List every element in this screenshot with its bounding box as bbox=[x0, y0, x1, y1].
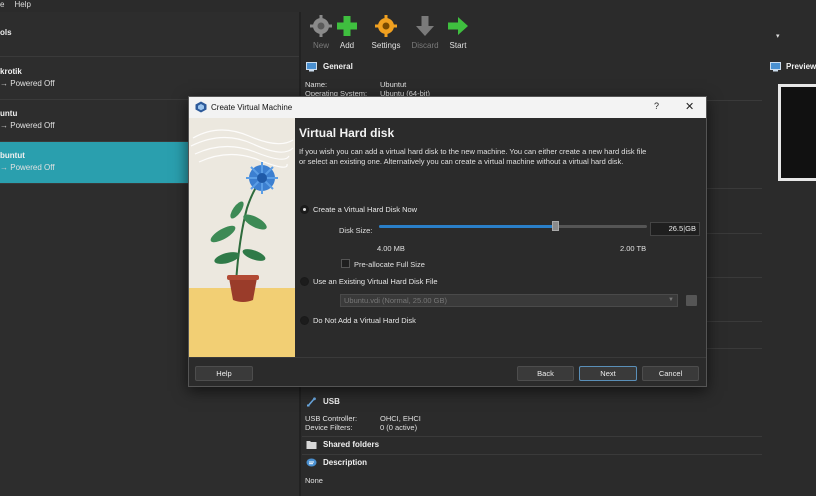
preview-title: Preview bbox=[786, 62, 816, 71]
general-section-header[interactable]: General bbox=[302, 59, 762, 75]
vm-name: untu bbox=[0, 109, 18, 118]
back-button[interactable]: Back bbox=[517, 366, 574, 381]
usb-controller-value: OHCI, EHCI bbox=[380, 414, 421, 423]
create-disk-label[interactable]: Create a Virtual Hard Disk Now bbox=[313, 205, 417, 214]
existing-disk-value: Ubuntu.vdi (Normal, 25.00 GB) bbox=[344, 296, 447, 305]
chevron-down-icon: ▼ bbox=[668, 297, 674, 303]
settings-label: Settings bbox=[371, 41, 401, 50]
dialog-footer: Help Back Next Cancel bbox=[189, 357, 706, 386]
settings-gear-icon bbox=[375, 15, 397, 37]
description-title: Description bbox=[323, 458, 368, 467]
disk-size-label: Disk Size: bbox=[339, 226, 373, 235]
device-filters-row: Device Filters: 0 (0 active) bbox=[305, 423, 417, 432]
start-arrow-icon bbox=[448, 17, 468, 35]
slider-fill bbox=[379, 225, 556, 228]
vm-state: Powered Off bbox=[0, 163, 54, 172]
no-disk-radio[interactable] bbox=[300, 316, 309, 325]
dialog-body: Virtual Hard disk If you wish you can ad… bbox=[299, 118, 704, 357]
device-filters-key: Device Filters: bbox=[305, 423, 353, 432]
create-vm-dialog: Create Virtual Machine ? ✕ Virtual Hard … bbox=[188, 96, 707, 387]
folder-icon bbox=[306, 441, 317, 449]
use-existing-label[interactable]: Use an Existing Virtual Hard Disk File bbox=[313, 277, 438, 286]
vm-state: Powered Off bbox=[0, 121, 54, 130]
usb-section-header[interactable]: USB bbox=[302, 394, 762, 410]
cancel-button[interactable]: Cancel bbox=[642, 366, 699, 381]
no-disk-label[interactable]: Do Not Add a Virtual Hard Disk bbox=[313, 316, 416, 325]
tools-item[interactable]: ols bbox=[0, 12, 300, 57]
vm-name: buntut bbox=[0, 151, 25, 160]
description-section-header[interactable]: Description bbox=[302, 455, 762, 471]
name-value: Ubuntut bbox=[380, 80, 407, 89]
menu-bar: e Help bbox=[0, 0, 300, 12]
settings-button[interactable]: Settings bbox=[369, 14, 403, 56]
disk-size-unit: GB bbox=[685, 224, 696, 233]
down-arrow-icon bbox=[416, 16, 434, 36]
disk-size-slider[interactable] bbox=[379, 221, 647, 231]
slider-max-label: 2.00 TB bbox=[620, 244, 647, 253]
vm-list-item[interactable]: krotik Powered Off bbox=[0, 58, 300, 100]
virtualbox-logo-icon bbox=[195, 101, 207, 113]
create-disk-radio[interactable] bbox=[300, 205, 309, 214]
slider-handle[interactable] bbox=[551, 221, 559, 231]
next-button[interactable]: Next bbox=[579, 366, 637, 381]
use-existing-radio[interactable] bbox=[300, 277, 309, 286]
speech-bubble-icon bbox=[306, 458, 317, 467]
disk-size-input[interactable]: 26.5|GB bbox=[650, 222, 700, 236]
page-title: Virtual Hard disk bbox=[299, 126, 395, 140]
dialog-titlebar[interactable]: Create Virtual Machine ? ✕ bbox=[189, 97, 706, 118]
add-label: Add bbox=[339, 41, 355, 50]
start-dropdown-icon[interactable]: ▾ bbox=[776, 32, 780, 40]
description-row: None bbox=[305, 476, 323, 485]
help-icon[interactable]: ? bbox=[654, 101, 659, 111]
main-toolbar: New Add Settings Discard Start ▾ bbox=[302, 12, 816, 57]
monitor-icon bbox=[306, 62, 317, 72]
shared-folders-section-header[interactable]: Shared folders bbox=[302, 437, 762, 453]
dialog-title: Create Virtual Machine bbox=[211, 103, 293, 112]
vm-name: krotik bbox=[0, 67, 22, 76]
usb-icon bbox=[307, 397, 316, 407]
existing-disk-select[interactable]: Ubuntu.vdi (Normal, 25.00 GB) ▼ bbox=[340, 294, 678, 307]
choose-file-icon[interactable] bbox=[686, 295, 697, 306]
usb-title: USB bbox=[323, 397, 340, 406]
preallocate-checkbox[interactable] bbox=[341, 259, 350, 268]
vm-state: Powered Off bbox=[0, 79, 54, 88]
menu-help[interactable]: Help bbox=[14, 0, 30, 12]
device-filters-value: 0 (0 active) bbox=[380, 423, 418, 432]
name-key: Name: bbox=[305, 80, 328, 89]
preallocate-label[interactable]: Pre-allocate Full Size bbox=[354, 260, 425, 269]
disk-size-value: 26.5 bbox=[668, 224, 684, 233]
discard-button[interactable]: Discard bbox=[408, 14, 442, 56]
tools-label: ols bbox=[0, 28, 12, 37]
add-button[interactable]: Add bbox=[330, 14, 364, 56]
preview-screen bbox=[778, 84, 816, 181]
general-title: General bbox=[323, 62, 353, 71]
help-button[interactable]: Help bbox=[195, 366, 253, 381]
page-description: If you wish you can add a virtual hard d… bbox=[299, 147, 647, 166]
shared-folders-title: Shared folders bbox=[323, 440, 380, 449]
start-label: Start bbox=[449, 41, 467, 50]
flower-illustration bbox=[189, 118, 295, 357]
description-value: None bbox=[305, 476, 323, 485]
slider-min-label: 4.00 MB bbox=[377, 244, 405, 253]
start-button[interactable]: Start bbox=[441, 14, 475, 56]
discard-label: Discard bbox=[411, 41, 439, 50]
preview-pane: Preview bbox=[764, 57, 816, 192]
close-icon[interactable]: ✕ bbox=[685, 100, 694, 113]
plus-icon bbox=[337, 16, 357, 36]
usb-controller-key: USB Controller: bbox=[305, 414, 358, 423]
menu-file[interactable]: e bbox=[0, 0, 4, 12]
name-row: Name: Ubuntut bbox=[305, 80, 406, 89]
usb-controller-row: USB Controller: OHCI, EHCI bbox=[305, 414, 421, 423]
